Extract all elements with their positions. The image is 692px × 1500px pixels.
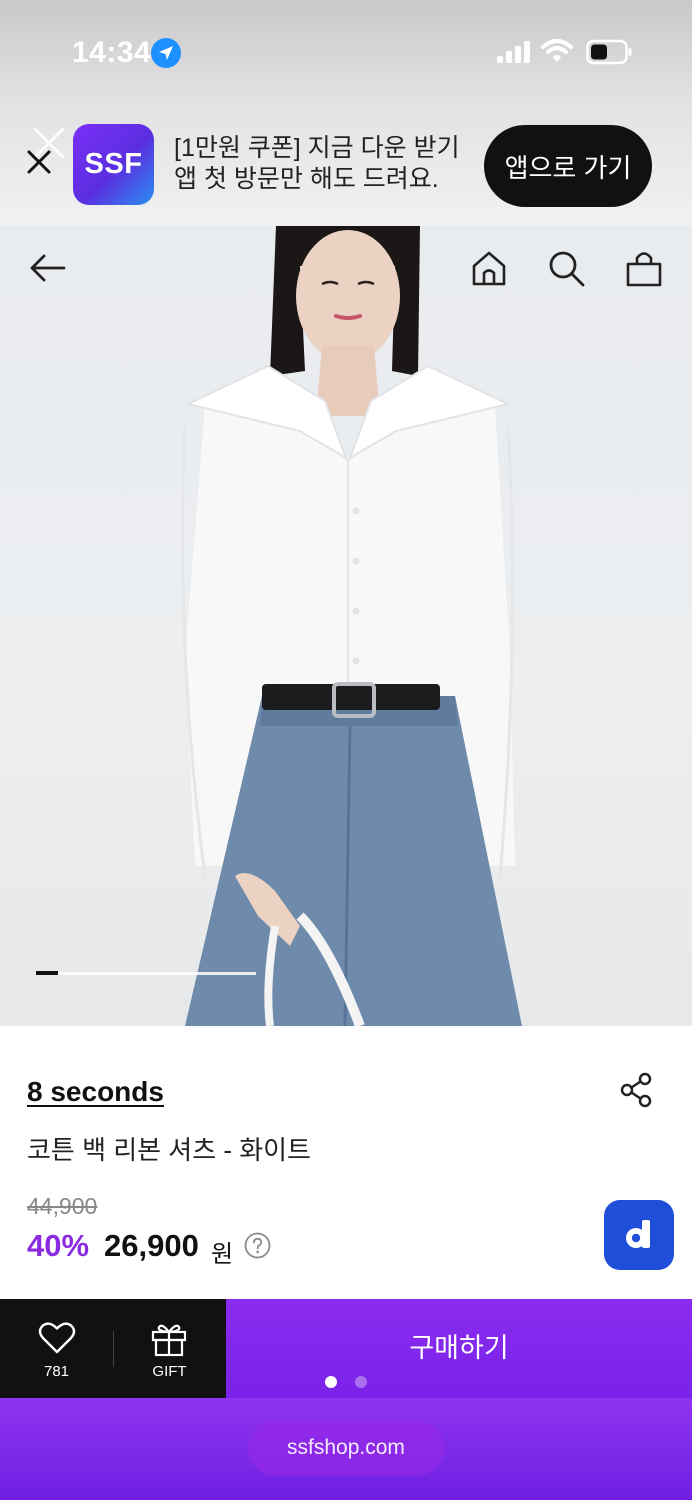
wifi-icon — [541, 39, 573, 62]
app-download-banner: 14:34 SSF [1만원 쿠폰] 지금 다운 받기 앱 첫 방문만 해도 드… — [0, 0, 692, 226]
page-dot-active — [325, 1376, 337, 1388]
sale-price: 26,900 — [104, 1228, 199, 1263]
ssf-app-logo: SSF — [73, 124, 154, 205]
image-pager — [36, 971, 256, 975]
status-time: 14:34 — [72, 36, 152, 69]
gift-label: GIFT — [152, 1363, 187, 1380]
gift-button[interactable]: GIFT — [113, 1299, 226, 1398]
status-bar: 14:34 — [0, 0, 692, 100]
cellular-signal-icon — [497, 41, 530, 63]
buy-button[interactable]: 구매하기 — [226, 1299, 692, 1398]
shopping-bag-icon[interactable] — [624, 248, 664, 288]
banner-line-2: 앱 첫 방문만 해도 드려요. — [174, 165, 439, 193]
original-price: 44,900 — [27, 1193, 98, 1219]
banner-message: [1만원 쿠폰] 지금 다운 받기 앱 첫 방문만 해도 드려요. — [174, 133, 460, 195]
d-floating-button[interactable] — [604, 1200, 674, 1270]
url-pill[interactable]: ssfshop.com — [248, 1420, 444, 1476]
back-arrow-icon[interactable] — [28, 248, 68, 288]
product-name: 코튼 백 리본 셔츠 - 화이트 — [27, 1135, 311, 1165]
share-icon[interactable] — [620, 1072, 654, 1108]
discount-rate: 40% — [27, 1228, 90, 1263]
image-pager-active — [36, 971, 58, 975]
gift-icon — [151, 1324, 187, 1357]
d-logo-icon — [626, 1220, 650, 1248]
like-button[interactable]: 781 — [0, 1299, 113, 1398]
browser-address-bar: ssfshop.com — [0, 1398, 692, 1500]
open-app-button[interactable]: 앱으로 가기 — [484, 125, 652, 207]
location-arrow-icon — [151, 38, 181, 68]
like-count: 781 — [43, 1363, 70, 1380]
currency-unit: 원 — [211, 1241, 234, 1268]
question-circle-icon[interactable] — [244, 1232, 271, 1259]
home-icon[interactable] — [469, 248, 509, 288]
brand-link[interactable]: 8 seconds — [27, 1076, 164, 1108]
heart-icon — [38, 1322, 76, 1354]
action-bar-left: 781 GIFT — [0, 1299, 226, 1398]
page-indicator — [325, 1376, 373, 1390]
page-dot — [355, 1376, 367, 1388]
battery-icon — [586, 39, 632, 65]
banner-close-icon[interactable] — [22, 145, 56, 179]
search-icon[interactable] — [546, 248, 586, 288]
banner-line-1: [1만원 쿠폰] 지금 다운 받기 — [174, 134, 460, 162]
product-image-carousel[interactable] — [0, 226, 692, 1026]
product-photo — [181, 226, 522, 1026]
